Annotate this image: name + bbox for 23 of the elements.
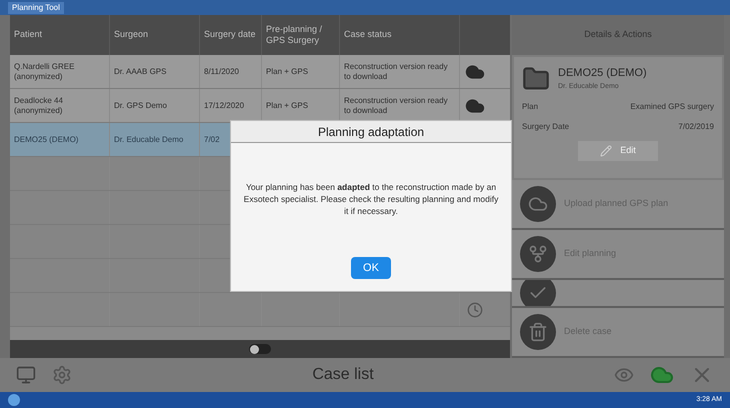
toolbar-title: Case list: [311, 365, 375, 385]
table-cell-text: Reconstruction version ready to download: [344, 62, 449, 82]
table-cell: Dr. AAAB GPS: [114, 66, 166, 76]
table-cell: Dr. Educable Demo: [114, 134, 184, 144]
table-cell-text: Deadlocke 44 (anonymized): [14, 96, 64, 116]
field-value: Examined GPS surgery: [630, 100, 714, 113]
panel-title: Details & Actions: [584, 28, 652, 42]
table-cell: 8/11/2020: [204, 66, 239, 76]
table-cell: 7/02: [204, 134, 220, 144]
window-title: Planning Tool: [8, 2, 64, 14]
dialog-message: Your planning has been adapted to the reconstruction made by an Exsotech specialist. Please check the resulting planning and modify it if necessary.: [243, 182, 499, 218]
table-cell: Dr. GPS Demo: [114, 100, 167, 110]
dialog-title: Planning adaptation: [318, 124, 424, 140]
field-label: Plan: [522, 100, 538, 113]
field-value: 7/02/2019: [678, 120, 714, 133]
table-cell: Plan + GPS: [266, 100, 308, 110]
table-cell-text: Q.Nardelli GREE (anonymized): [14, 62, 76, 82]
table-cell: 17/12/2020: [204, 100, 244, 110]
case-name: DEMO25 (DEMO): [558, 66, 647, 82]
table-cell: Plan + GPS: [266, 66, 308, 76]
table-cell: DEMO25 (DEMO): [14, 134, 78, 144]
table-cell-text: Reconstruction version ready to download: [344, 96, 449, 116]
field-label: Surgery Date: [522, 120, 570, 133]
